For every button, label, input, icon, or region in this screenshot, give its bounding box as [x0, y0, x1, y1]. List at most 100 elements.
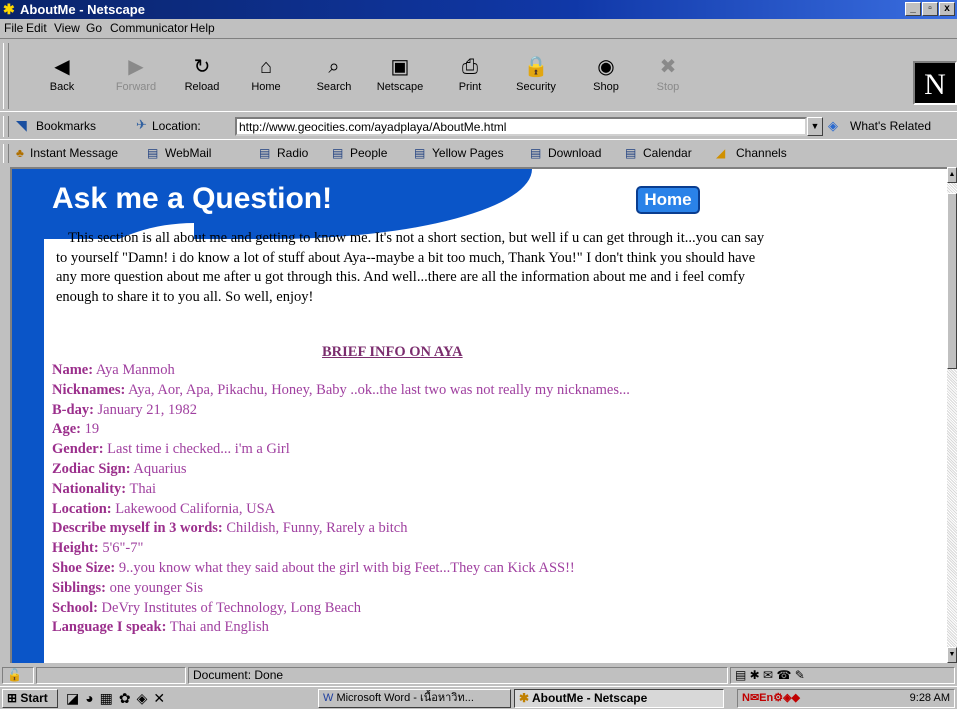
whats-related-icon[interactable]: ◈	[828, 118, 838, 134]
nav-label: Reload	[184, 81, 220, 93]
windows-logo-icon: ⊞	[7, 691, 18, 705]
nav-netscape-button[interactable]: ▣ Netscape	[372, 54, 428, 102]
nav-search-button[interactable]: ⌕ Search	[306, 54, 362, 102]
menu-view[interactable]: View	[54, 19, 80, 38]
info-row: Shoe Size: 9..you know what they said ab…	[52, 559, 812, 579]
nav-stop-button[interactable]: ✖ Stop	[640, 54, 696, 102]
info-key: Siblings:	[52, 579, 106, 596]
windows-taskbar: ⊞ Start ◪◕▦✿◈✕ W Microsoft Word - เนื้อห…	[0, 686, 957, 709]
brief-info-heading[interactable]: BRIEF INFO ON AYA	[322, 344, 463, 361]
nav-label: Print	[458, 81, 482, 93]
location-icon[interactable]: ✈	[136, 117, 147, 133]
info-value: Aya, Aor, Apa, Pikachu, Honey, Baby ..ok…	[128, 381, 630, 398]
info-row: Location: Lakewood California, USA	[52, 500, 812, 520]
link-people[interactable]: People	[350, 146, 387, 160]
vertical-scrollbar[interactable]: ▲ ▼	[947, 167, 957, 663]
nav-label: Forward	[115, 81, 157, 93]
link-download[interactable]: Download	[548, 146, 601, 160]
menu-edit[interactable]: Edit	[26, 19, 47, 38]
link-webmail[interactable]: WebMail	[165, 146, 211, 160]
scroll-down-button[interactable]: ▼	[947, 647, 957, 663]
title-bar[interactable]: ✱ AboutMe - Netscape _ ▫ x	[0, 0, 957, 19]
info-key: Shoe Size:	[52, 559, 116, 576]
nav-security-button[interactable]: 🔒 Security	[508, 54, 564, 102]
toolbar-grip[interactable]	[3, 116, 9, 137]
whats-related-button[interactable]: What's Related	[850, 119, 931, 133]
forward-arrow-icon: ▶	[128, 56, 144, 78]
nav-back-button[interactable]: ◀ Back	[34, 54, 90, 102]
info-key: Nationality:	[52, 480, 127, 497]
nav-print-button[interactable]: ⎙ Print	[442, 54, 498, 102]
scroll-thumb[interactable]	[947, 193, 957, 369]
info-row: Zodiac Sign: Aquarius	[52, 460, 812, 480]
url-dropdown-button[interactable]: ▼	[807, 117, 823, 136]
info-value: 9..you know what they said about the gir…	[118, 559, 575, 576]
link-yellow-pages[interactable]: Yellow Pages	[432, 146, 504, 160]
info-row: Gender: Last time i checked... i'm a Gir…	[52, 440, 812, 460]
link-instant-message[interactable]: Instant Message	[30, 146, 118, 160]
netscape-app-icon: ✱	[3, 1, 15, 17]
bookmarks-icon[interactable]: ◥	[16, 117, 27, 134]
info-row: Describe myself in 3 words: Childish, Fu…	[52, 519, 812, 539]
taskbar-netscape[interactable]: ✱ AboutMe - Netscape	[514, 689, 724, 708]
instant-message-icon: ♣	[16, 146, 24, 160]
nav-label: Security	[516, 81, 556, 93]
info-key: Height:	[52, 540, 99, 557]
location-label: Location:	[152, 119, 201, 133]
nav-label: Stop	[656, 81, 680, 93]
close-button[interactable]: x	[939, 2, 955, 16]
browser-window: ✱ AboutMe - Netscape _ ▫ x File Edit Vie…	[0, 0, 957, 709]
link-channels[interactable]: Channels	[736, 146, 787, 160]
status-bar: 🔓 Document: Done ▤ ✱ ✉ ☎ ✎	[0, 665, 957, 686]
url-input[interactable]	[235, 117, 807, 136]
menu-file[interactable]: File	[4, 19, 23, 38]
info-value: January 21, 1982	[97, 401, 197, 418]
security-status-icon[interactable]: 🔓	[2, 667, 34, 684]
toolbar-grip[interactable]	[3, 43, 9, 109]
print-icon: ⎙	[462, 56, 478, 78]
netscape-icon: ▣	[390, 56, 410, 78]
info-key: Zodiac Sign:	[52, 460, 131, 477]
bookmarks-button[interactable]: Bookmarks	[36, 119, 96, 133]
minimize-button[interactable]: _	[905, 2, 921, 16]
info-value: 5'6"-7"	[102, 540, 144, 557]
info-value: 19	[84, 421, 100, 438]
link-calendar[interactable]: Calendar	[643, 146, 692, 160]
shop-icon: ◉	[597, 56, 615, 78]
bookmark-page-icon: ▤	[147, 146, 159, 160]
back-arrow-icon: ◀	[54, 56, 70, 78]
info-row: School: DeVry Institutes of Technology, …	[52, 599, 812, 619]
nav-forward-button[interactable]: ▶ Forward	[108, 54, 164, 102]
navigation-toolbar: ◀ Back ▶ Forward ↻ Reload ⌂ Home ⌕ Search ▣ Netscap…	[0, 38, 957, 112]
home-button[interactable]: Home	[636, 186, 700, 214]
bookmark-page-icon: ▤	[530, 146, 542, 160]
tray-icons[interactable]: N✉En⚙◈◆	[742, 690, 800, 707]
netscape-logo-icon[interactable]: N	[913, 61, 957, 105]
netscape-app-icon: ✱	[519, 691, 530, 705]
info-key: Gender:	[52, 441, 104, 458]
taskbar-word[interactable]: W Microsoft Word - เนื้อหาวิท...	[318, 689, 511, 708]
info-row: Language I speak: Thai and English	[52, 618, 812, 638]
menu-go[interactable]: Go	[86, 19, 102, 38]
window-title: AboutMe - Netscape	[20, 2, 145, 17]
link-radio[interactable]: Radio	[277, 146, 308, 160]
nav-home-button[interactable]: ⌂ Home	[238, 54, 294, 102]
info-key: B-day:	[52, 401, 94, 418]
quick-launch-icons[interactable]: ◪◕▦✿◈✕	[66, 690, 171, 707]
progress-area	[36, 667, 186, 684]
info-key: Describe myself in 3 words:	[52, 520, 223, 537]
info-row: Age: 19	[52, 420, 812, 440]
nav-label: Home	[251, 81, 281, 93]
start-button[interactable]: ⊞ Start	[2, 689, 58, 708]
info-value: Last time i checked... i'm a Girl	[107, 441, 290, 458]
maximize-button[interactable]: ▫	[922, 2, 938, 16]
nav-reload-button[interactable]: ↻ Reload	[174, 54, 230, 102]
nav-label: Shop	[593, 81, 619, 93]
info-row: Siblings: one younger Sis	[52, 579, 812, 599]
nav-shop-button[interactable]: ◉ Shop	[578, 54, 634, 102]
toolbar-grip[interactable]	[3, 144, 9, 163]
menu-help[interactable]: Help	[190, 19, 215, 38]
menu-communicator[interactable]: Communicator	[110, 19, 188, 38]
info-value: Childish, Funny, Rarely a bitch	[226, 520, 408, 537]
scroll-up-button[interactable]: ▲	[947, 167, 957, 183]
